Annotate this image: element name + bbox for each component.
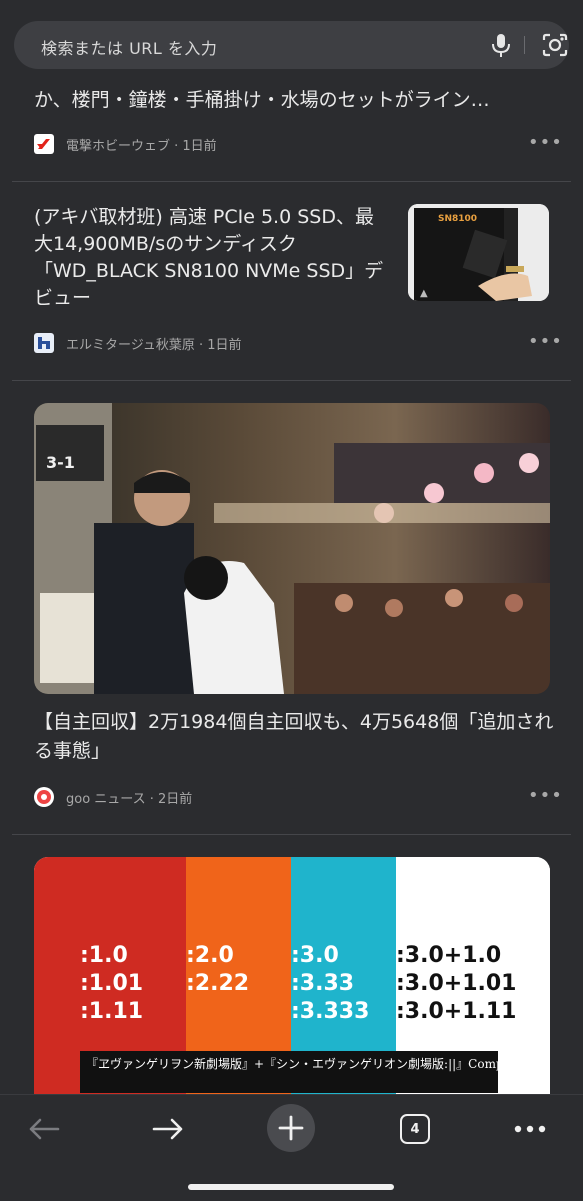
address-bar[interactable]: 検索または URL を入力 <box>14 21 569 69</box>
news-feed: か、楼門・鐘楼・手桶掛け・水場のセットがライン… 電撃ホビーウェブ · 1日前 … <box>0 84 583 1094</box>
microphone-icon[interactable] <box>490 32 512 58</box>
article-image[interactable]: 3-1 <box>34 403 550 694</box>
elmitage-logo-icon <box>34 333 54 353</box>
version-list-2: :2.0 :2.22 <box>186 943 250 996</box>
article-source: エルミタージュ秋葉原 · 1日前 <box>34 333 242 353</box>
divider <box>12 181 571 182</box>
search-divider <box>524 36 525 54</box>
article-title[interactable]: 【自主回収】2万1984個自主回収も、4万5648個「追加される事態」 <box>34 708 554 766</box>
arrow-left-icon <box>29 1118 60 1140</box>
article-thumbnail[interactable]: ▲ SN8100 <box>408 204 549 301</box>
home-indicator <box>188 1184 394 1190</box>
menu-button[interactable] <box>510 1109 550 1149</box>
more-horizontal-icon <box>514 1125 546 1133</box>
divider <box>12 380 571 381</box>
article-source: 電撃ホビーウェブ · 1日前 <box>34 134 217 154</box>
version-list-4: :3.0+1.0 :3.0+1.01 :3.0+1.11 <box>396 943 517 1024</box>
tab-count-badge: 4 <box>400 1114 430 1144</box>
source-label: エルミタージュ秋葉原 · 1日前 <box>66 337 242 353</box>
tab-count: 4 <box>410 1121 420 1137</box>
sign-text: 3-1 <box>46 453 75 472</box>
divider <box>12 834 571 835</box>
version-list-1: :1.0 :1.01 :1.11 <box>80 943 144 1024</box>
bottom-toolbar: 4 <box>0 1094 583 1201</box>
back-button[interactable] <box>24 1109 64 1149</box>
plus-icon <box>267 1104 315 1152</box>
dengeki-logo-icon <box>34 134 54 154</box>
article-title[interactable]: (アキバ取材班) 高速 PCIe 5.0 SSD、最大14,900MB/sのサン… <box>34 204 384 312</box>
top-bar: 検索または URL を入力 <box>0 0 583 84</box>
article-source: goo ニュース · 2日前 <box>34 787 192 807</box>
search-placeholder[interactable]: 検索または URL を入力 <box>41 35 217 59</box>
svg-text:▲: ▲ <box>420 288 428 299</box>
goo-logo-icon <box>34 787 54 807</box>
article-image[interactable]: :1.0 :1.01 :1.11 :2.0 :2.22 :3.0 :3.33 :… <box>34 857 550 1094</box>
version-list-3: :3.0 :3.33 :3.333 <box>291 943 370 1024</box>
new-tab-button[interactable] <box>266 1103 316 1153</box>
source-label: 電撃ホビーウェブ · 1日前 <box>66 138 217 154</box>
thumbnail-label: SN8100 <box>438 214 478 224</box>
more-options-icon[interactable]: ••• <box>528 785 563 806</box>
camera-search-icon[interactable] <box>541 32 569 58</box>
product-banner: 『ヱヴァンゲリヲン新劇場版』+『シン・エヴァンゲリオン劇場版:||』Comple… <box>80 1051 498 1093</box>
forward-button[interactable] <box>148 1109 188 1149</box>
article-title[interactable]: か、楼門・鐘楼・手桶掛け・水場のセットがライン… <box>34 85 554 112</box>
more-options-icon[interactable]: ••• <box>528 132 563 153</box>
tabs-button[interactable]: 4 <box>398 1109 432 1149</box>
source-label: goo ニュース · 2日前 <box>66 791 193 807</box>
arrow-right-icon <box>152 1118 183 1140</box>
more-options-icon[interactable]: ••• <box>528 331 563 352</box>
